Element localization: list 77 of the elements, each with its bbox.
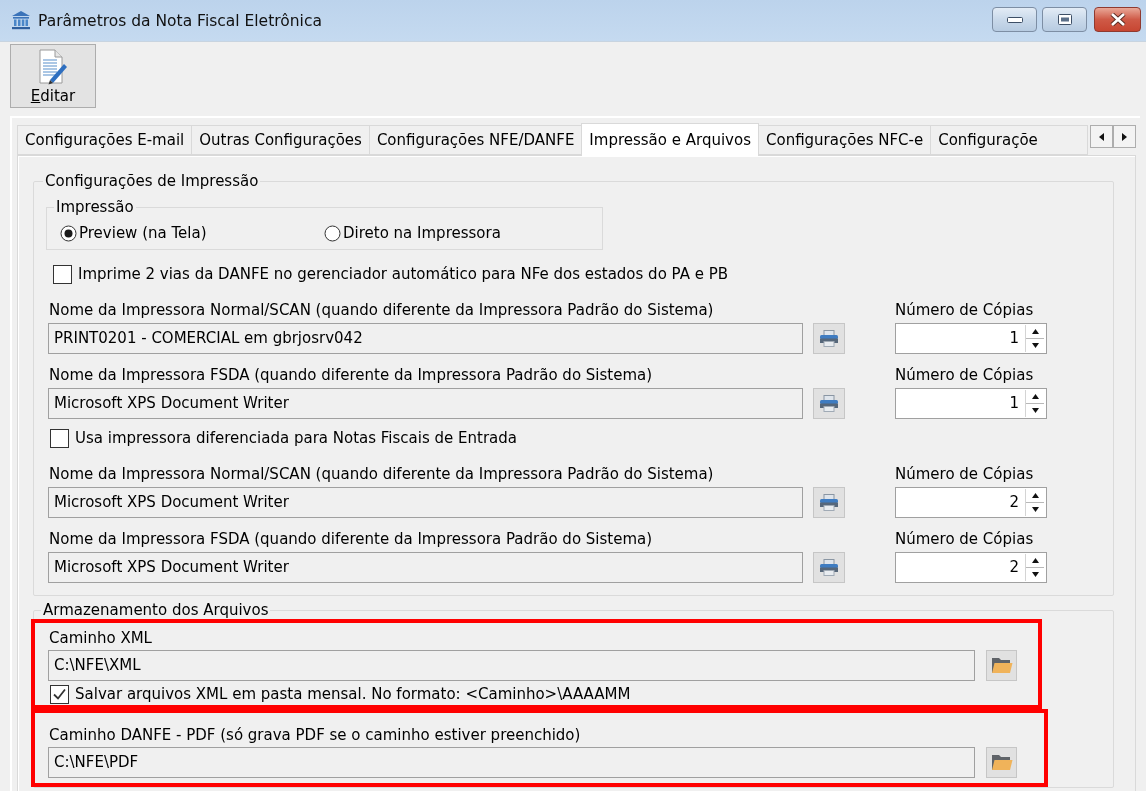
maximize-icon <box>1057 14 1072 25</box>
tab[interactable]: Impressão e Arquivos <box>581 123 759 156</box>
checkbox-option[interactable]: Usa impressora diferenciada para Notas Fiscais de Entrada <box>50 427 517 449</box>
printer-button[interactable] <box>813 323 845 354</box>
field-label: Caminho XML <box>48 629 153 647</box>
folder-button[interactable] <box>986 747 1017 778</box>
radio-button[interactable] <box>60 224 77 242</box>
field-label: Número de Cópias <box>895 366 1035 384</box>
up-triangle-icon <box>1031 394 1039 399</box>
tab[interactable]: Configuraçõe <box>930 125 1088 155</box>
checkbox[interactable] <box>53 264 72 284</box>
checkbox-option[interactable]: Salvar arquivos XML em pasta mensal. No formato: <Caminho>\AAAAMM <box>50 683 631 705</box>
building-icon <box>11 10 31 30</box>
window-title: Parâmetros da Nota Fiscal Eletrônica <box>38 11 322 31</box>
minimize-button[interactable] <box>992 7 1037 32</box>
edit-button[interactable]: Editar <box>10 44 96 108</box>
tab[interactable]: Configurações NFE/DANFE <box>368 125 583 155</box>
tab-scroll-left-button[interactable] <box>1090 125 1113 148</box>
printer-name-field[interactable]: Microsoft XPS Document Writer <box>48 388 803 419</box>
printer-name-field[interactable]: Microsoft XPS Document Writer <box>48 487 803 518</box>
close-icon <box>1109 13 1126 26</box>
copies-spin-field[interactable]: 2 <box>895 552 1047 583</box>
group-title: Impressão <box>55 198 135 216</box>
printer-icon <box>819 559 839 576</box>
tab[interactable]: Configurações E-mail <box>17 125 193 155</box>
copies-spin-field[interactable]: 2 <box>895 487 1047 518</box>
group-title: Armazenamento dos Arquivos <box>42 601 270 619</box>
close-button[interactable] <box>1094 7 1141 32</box>
up-triangle-icon <box>1031 493 1039 498</box>
copies-value: 2 <box>1008 557 1020 578</box>
document-pen-icon <box>38 49 68 85</box>
copies-value: 1 <box>1008 328 1020 349</box>
tab[interactable]: Outras Configurações <box>191 125 370 155</box>
field-label: Nome da Impressora FSDA (quando diferente da Impressora Padrão do Sistema) <box>48 530 654 548</box>
field-label: Nome da Impressora FSDA (quando diferente da Impressora Padrão do Sistema) <box>48 366 654 384</box>
printer-icon <box>819 330 839 347</box>
radio-button[interactable] <box>324 224 341 242</box>
up-triangle-icon <box>1031 329 1039 334</box>
field-label: Nome da Impressora Normal/SCAN (quando diferente da Impressora Padrão do Sistema) <box>48 301 715 319</box>
folder-icon <box>990 657 1013 674</box>
right-triangle-icon <box>1122 132 1127 141</box>
copies-value: 2 <box>1008 492 1020 513</box>
radio-option[interactable]: Direto na Impressora <box>324 224 501 242</box>
printer-icon <box>819 395 839 412</box>
printer-button[interactable] <box>813 388 845 419</box>
field-label: Caminho DANFE - PDF (só grava PDF se o caminho estiver preenchido) <box>48 726 582 744</box>
copies-value: 1 <box>1008 393 1020 414</box>
left-triangle-icon <box>1099 132 1104 141</box>
group-title: Configurações de Impressão <box>44 172 260 190</box>
checkbox[interactable] <box>50 684 69 704</box>
down-triangle-icon <box>1031 343 1039 348</box>
radio-option[interactable]: Preview (na Tela) <box>60 224 207 242</box>
up-triangle-icon <box>1031 558 1039 563</box>
down-triangle-icon <box>1031 572 1039 577</box>
field-label: Número de Cópias <box>895 301 1035 319</box>
copies-spin-field[interactable]: 1 <box>895 323 1047 354</box>
printer-name-field[interactable]: Microsoft XPS Document Writer <box>48 552 803 583</box>
copies-spin-field[interactable]: 1 <box>895 388 1047 419</box>
folder-button[interactable] <box>986 650 1017 681</box>
printer-icon <box>819 494 839 511</box>
path-field[interactable]: C:\NFE\PDF <box>48 747 975 778</box>
down-triangle-icon <box>1031 408 1039 413</box>
printer-button[interactable] <box>813 487 845 518</box>
down-triangle-icon <box>1031 507 1039 512</box>
checkbox-option[interactable]: Imprime 2 vias da DANFE no gerenciador automático para NFe dos estados do PA e PB <box>53 263 729 285</box>
tab-scroll-right-button[interactable] <box>1113 125 1136 148</box>
maximize-button[interactable] <box>1042 7 1087 32</box>
field-label: Número de Cópias <box>895 530 1035 548</box>
folder-icon <box>990 754 1013 771</box>
minimize-icon <box>1006 16 1023 23</box>
field-label: Número de Cópias <box>895 465 1035 483</box>
printer-button[interactable] <box>813 552 845 583</box>
path-field[interactable]: C:\NFE\XML <box>48 650 975 681</box>
tab[interactable]: Configurações NFC-e <box>758 125 932 155</box>
checkbox[interactable] <box>50 428 69 448</box>
printer-name-field[interactable]: PRINT0201 - COMERCIAL em gbrjosrv042 <box>48 323 803 354</box>
field-label: Nome da Impressora Normal/SCAN (quando diferente da Impressora Padrão do Sistema) <box>48 465 715 483</box>
